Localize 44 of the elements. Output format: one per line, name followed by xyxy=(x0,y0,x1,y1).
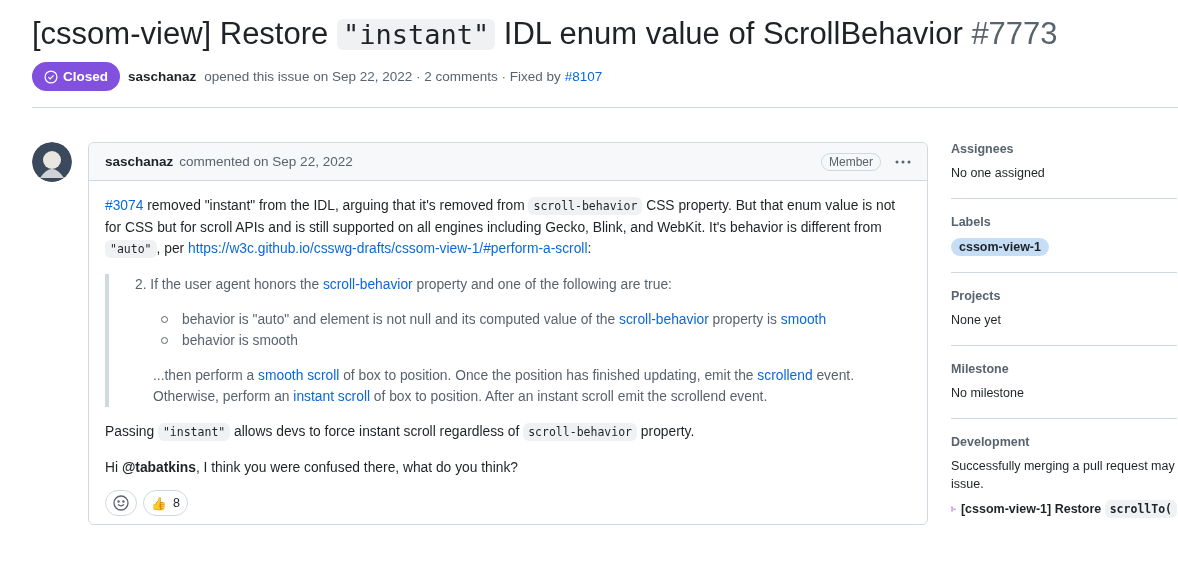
section-text: No one assigned xyxy=(951,165,1046,183)
section-text: issue. xyxy=(951,476,985,494)
check-circle-icon xyxy=(44,69,58,84)
status-badge: Closed xyxy=(32,62,120,92)
author-name[interactable]: saschanaz xyxy=(105,154,174,170)
link[interactable]: scrollend xyxy=(757,368,813,384)
issue-meta: opened this issue on Sep 22, 2022 · 2 comments · Fixed by xyxy=(204,69,561,85)
comment-date: commented on Sep 22, 2022 xyxy=(179,154,353,170)
paragraph: 2. If the user agent honors the scroll-behavior property and one of the following are true: xyxy=(135,276,673,295)
link[interactable]: #3074 xyxy=(105,198,144,214)
link[interactable]: smooth scroll xyxy=(258,368,340,384)
reaction-button[interactable]: 👍 8 xyxy=(143,490,188,517)
section-heading: Milestone xyxy=(951,362,1010,377)
list-item: behavior is "auto" and element is not null and its computed value of the scroll-behavior property is smooth xyxy=(182,311,827,330)
list-item: behavior is smooth xyxy=(182,332,298,351)
section-text: Successfully merging a pull request may xyxy=(951,458,1176,476)
inline-code: "instant" xyxy=(157,423,231,442)
paragraph: Hi @tabatkins, I think you were confused there, what do you think? xyxy=(105,459,520,478)
add-reaction-button[interactable] xyxy=(105,490,137,517)
issue-title: [cssom-view] Restore "instant" IDL enum value of ScrollBehavior #7773 xyxy=(32,15,1059,53)
section-heading: Labels xyxy=(951,215,992,230)
pull-request-title[interactable]: [cssom-view-1] Restore scrollTo( xyxy=(960,502,1177,517)
section-text: None yet xyxy=(951,312,1003,330)
paragraph: Passing "instant" allows devs to force instant scroll regardless of scroll-behavior property. xyxy=(105,422,696,444)
section-heading: Assignees xyxy=(951,142,1015,157)
link[interactable]: instant scroll xyxy=(293,389,370,405)
inline-code: scroll-behavior xyxy=(523,423,638,442)
section-text: No milestone xyxy=(951,385,1025,403)
label-tag[interactable]: cssom-view-1 xyxy=(951,238,1049,257)
smiley-icon xyxy=(113,495,129,512)
paragraph: #3074 removed "instant" from the IDL, arguing that it's removed from scroll-behavior CSS property. But that enum value is not for CSS but for scroll APIs and is still supported on all engines including Gecko, Blink, and WebKit. It's behavior is different from "auto" , per https://w3c.github.io/csswg-drafts/cssom-view-1/#perform-a-scroll: xyxy=(105,196,897,261)
link[interactable]: scroll-behavior xyxy=(619,312,709,328)
more-icon[interactable] xyxy=(895,159,911,164)
avatar[interactable] xyxy=(32,142,72,183)
section-heading: Development xyxy=(951,435,1031,450)
section-heading: Projects xyxy=(951,289,1002,304)
author-name[interactable]: saschanaz xyxy=(128,69,197,85)
inline-code: "auto" xyxy=(105,240,157,259)
link[interactable]: scroll-behavior xyxy=(322,277,413,293)
inline-code: "instant" xyxy=(336,19,496,50)
link[interactable]: smooth xyxy=(780,312,827,328)
paragraph: ...then perform a smooth scroll of box to position. Once the position has finished updating, emit the scrollend event. Otherwise, perform an instant scroll of box to position. After an instant scroll emit the scrollend event. xyxy=(152,367,855,407)
link[interactable]: #8107 xyxy=(564,69,603,85)
inline-code: scroll-behavior xyxy=(528,197,643,216)
